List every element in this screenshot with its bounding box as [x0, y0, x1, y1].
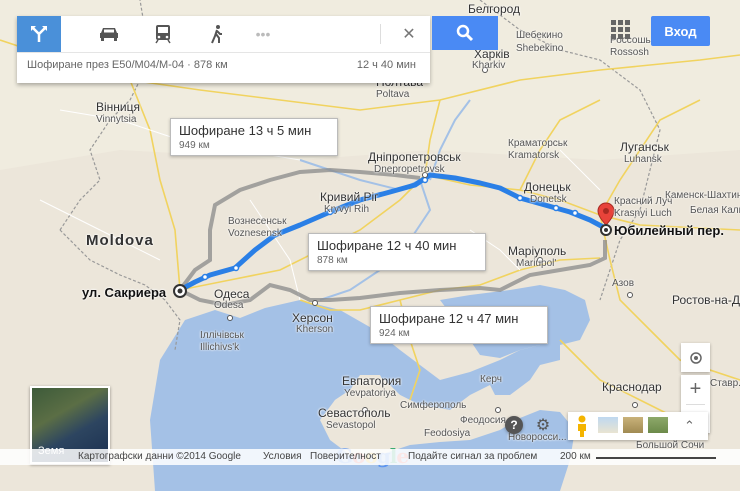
expand-icon[interactable]: ⌃: [684, 418, 695, 434]
city-label: Kherson: [296, 324, 334, 335]
city-label: Каменск-Шахтинский: [665, 190, 740, 201]
city-label: Белая Калитва: [690, 205, 740, 216]
help-icon[interactable]: ?: [505, 416, 523, 434]
close-icon: ✕: [402, 26, 416, 43]
route-summary[interactable]: Шофиране през E50/M04/M-04 · 878 км: [27, 59, 228, 71]
signin-button[interactable]: Вход: [651, 16, 710, 46]
city-label: Кривий Ріг: [320, 190, 379, 204]
scale-bar: [596, 457, 716, 459]
city-label: Белгород: [468, 2, 521, 16]
city-label: Вінниця: [96, 100, 140, 114]
divider: [380, 24, 381, 44]
city-label: Краснодар: [602, 380, 662, 394]
city-label: Vinnytsia: [96, 114, 137, 125]
layers-bar: ⌃: [568, 412, 708, 440]
more-icon: •••: [255, 26, 271, 42]
route-callout-main[interactable]: Шофиране 12 ч 40 мин 878 км: [308, 233, 486, 271]
location-icon: [689, 351, 702, 364]
city-label: Feodosiya: [424, 428, 471, 439]
city-label: Odesa: [214, 300, 244, 311]
search-icon: [456, 24, 474, 42]
route-time: Шофиране 13 ч 5 мин: [179, 123, 312, 138]
end-pin-icon[interactable]: [597, 201, 615, 237]
directions-panel: ••• ✕ Шофиране през E50/M04/M-04 · 878 к…: [17, 16, 430, 83]
more-modes-button[interactable]: •••: [241, 16, 285, 52]
city-label: Симферополь: [400, 400, 467, 411]
report-link[interactable]: Подайте сигнал за проблем: [408, 451, 537, 462]
car-mode-button[interactable]: [87, 16, 131, 52]
search-button[interactable]: [432, 16, 498, 50]
city-label: Yevpatoriya: [344, 388, 396, 399]
city-label: Дніпропетровськ: [368, 150, 461, 164]
city-label: Ростов-на-Дону: [672, 293, 740, 307]
terms-link[interactable]: Условия: [263, 451, 302, 462]
city-label: Illichivs'k: [200, 342, 240, 353]
city-label: Kramatorsk: [508, 150, 560, 161]
city-label: Маріуполь: [508, 244, 567, 258]
city-label: Donetsk: [530, 194, 567, 205]
route-distance: 949 км: [179, 140, 210, 151]
city-label: Краматорськ: [508, 138, 568, 149]
my-location-button[interactable]: [681, 343, 710, 372]
city-label: Евпатория: [342, 374, 402, 388]
walking-icon: [211, 25, 222, 44]
route-distance: 878 км: [317, 255, 348, 266]
city-label: Krasnyi Luch: [614, 208, 672, 219]
route-callout-alt2[interactable]: Шофиране 12 ч 47 мин 924 км: [370, 306, 548, 344]
route-time: Шофиране 12 ч 40 мин: [317, 238, 457, 253]
settings-gear-icon[interactable]: ⚙: [534, 416, 552, 434]
city-label: Poltava: [376, 89, 410, 100]
city-label: Rossosh: [610, 47, 649, 58]
city-label: Ставр...: [710, 378, 740, 389]
city-label: Красний Луч: [614, 196, 673, 207]
route-time: Шофиране 12 ч 47 мин: [379, 311, 519, 326]
city-label: Dnepropetrovsk: [374, 164, 445, 175]
city-label: Вознесенськ: [228, 216, 287, 227]
city-label: Іллічівськ: [200, 330, 244, 341]
end-label: Юбилейный пер.: [614, 223, 724, 238]
city-label: Kryvyi Rih: [324, 204, 370, 215]
city-label: Донецьк: [524, 180, 571, 194]
start-label: ул. Сакриера: [82, 285, 167, 300]
city-label: Севастополь: [318, 406, 391, 420]
copyright-text: Картографски данни ©2014 Google: [78, 451, 241, 462]
city-label: Sevastopol: [326, 420, 376, 431]
directions-icon: [31, 26, 47, 42]
travel-mode-bar: ••• ✕: [17, 16, 430, 53]
transit-icon: [155, 25, 171, 44]
directions-mode-button[interactable]: [17, 16, 61, 52]
city-label: Voznesensk: [228, 228, 282, 239]
pegman-icon[interactable]: [574, 414, 590, 438]
map-footer: Картографски данни ©2014 Google Условия …: [0, 449, 740, 465]
city-label: Шебекино: [516, 30, 563, 41]
privacy-link[interactable]: Поверителност: [310, 451, 381, 462]
city-label: Луганськ: [620, 140, 669, 154]
country-label: Moldova: [86, 232, 154, 249]
close-button[interactable]: ✕: [387, 16, 431, 52]
route-callout-alt1[interactable]: Шофиране 13 ч 5 мин 949 км: [170, 118, 338, 156]
zoom-in-button[interactable]: +: [681, 375, 710, 404]
city-label: Феодосия: [460, 415, 506, 426]
layer-thumb[interactable]: [648, 417, 668, 433]
scale-label: 200 км: [560, 451, 591, 462]
map-canvas[interactable]: ул. Сакриера Юбилейный пер. Белгород Хар…: [0, 0, 740, 491]
city-label: Одеса: [214, 287, 250, 301]
city-label: Херсон: [292, 311, 333, 325]
city-label: Азов: [612, 278, 635, 289]
walking-mode-button[interactable]: [195, 16, 239, 52]
start-marker[interactable]: [172, 283, 188, 299]
layer-thumb[interactable]: [623, 417, 643, 433]
city-label: Керч: [480, 374, 502, 385]
route-distance: 924 км: [379, 328, 410, 339]
layer-thumb[interactable]: [598, 417, 618, 433]
transit-mode-button[interactable]: [141, 16, 185, 52]
city-label: Kharkiv: [472, 60, 506, 71]
plus-icon: +: [689, 378, 702, 400]
route-summary-time: 12 ч 40 мин: [356, 59, 416, 71]
city-label: Luhansk: [624, 154, 662, 165]
car-icon: [100, 28, 118, 41]
apps-grid-icon[interactable]: [611, 20, 631, 40]
city-label: Shebekino: [516, 43, 564, 54]
city-label: Mariupol': [516, 258, 557, 269]
